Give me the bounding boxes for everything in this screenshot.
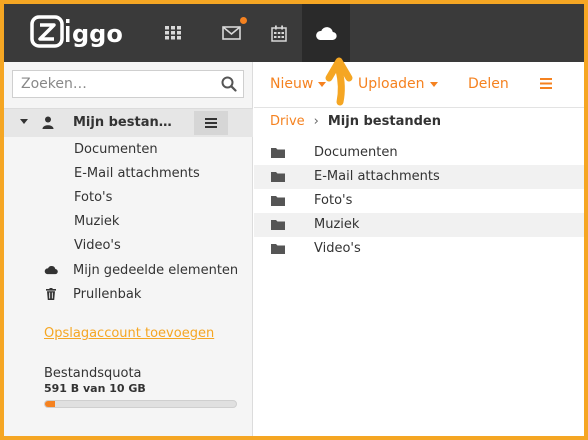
- app-window: ggo Zoeken… Mijn bestan… Documenten E-Ma…: [4, 4, 584, 436]
- sidebar: Mijn bestan… Documenten E-Mail attachmen…: [4, 62, 253, 436]
- upload-button-label: Uploaden: [358, 76, 425, 92]
- tree-item-folder[interactable]: Muziek: [74, 214, 119, 229]
- sidebar-item-label: Prullenbak: [73, 286, 142, 302]
- tree-root-label: Mijn bestan…: [73, 115, 172, 130]
- grid-icon: [165, 26, 181, 40]
- file-name: E-Mail attachments: [314, 169, 440, 184]
- search-icon[interactable]: [221, 76, 237, 92]
- top-bar: ggo: [4, 4, 584, 62]
- share-button-label: Delen: [468, 76, 509, 92]
- tree-item-mijn-bestanden[interactable]: Mijn bestan…: [4, 109, 253, 137]
- file-name: Foto's: [314, 193, 353, 208]
- file-row[interactable]: Video's: [254, 237, 584, 261]
- tree-item-folder[interactable]: Foto's: [74, 190, 112, 205]
- sidebar-item-shared[interactable]: Mijn gedeelde elementen: [44, 260, 238, 280]
- hamburger-icon: [205, 118, 217, 128]
- search-input[interactable]: [13, 71, 213, 97]
- tree-menu-button[interactable]: [194, 111, 228, 135]
- file-name: Video's: [314, 241, 361, 256]
- user-icon: [42, 116, 54, 129]
- apps-grid-button[interactable]: [149, 4, 197, 62]
- calendar-icon: [271, 25, 287, 42]
- folder-icon: [271, 196, 285, 206]
- caret-down-icon: [318, 81, 327, 87]
- quota-value: 591 B van 10 GB: [44, 382, 146, 395]
- breadcrumb-root[interactable]: Drive: [270, 114, 305, 129]
- notification-dot: [240, 17, 247, 24]
- file-row[interactable]: Muziek: [254, 213, 584, 237]
- envelope-icon: [222, 26, 241, 40]
- file-row[interactable]: E-Mail attachments: [254, 165, 584, 189]
- tree-item-folder[interactable]: Video's: [74, 238, 121, 253]
- file-name: Documenten: [314, 145, 398, 160]
- upload-button[interactable]: Uploaden: [358, 76, 438, 92]
- tree-item-folder[interactable]: E-Mail attachments: [74, 166, 200, 181]
- breadcrumb-separator: ›: [313, 114, 319, 129]
- svg-text:ggo: ggo: [72, 20, 123, 48]
- sidebar-item-trash[interactable]: Prullenbak: [44, 284, 141, 304]
- sidebar-item-label: Mijn gedeelde elementen: [73, 262, 239, 278]
- cloud-icon: [316, 26, 337, 40]
- tree-item-folder[interactable]: Documenten: [74, 142, 158, 157]
- search-box: [12, 70, 244, 98]
- add-storage-account-link[interactable]: Opslagaccount toevoegen: [44, 326, 214, 341]
- folder-icon: [271, 220, 285, 230]
- file-row[interactable]: Documenten: [254, 141, 584, 165]
- file-row[interactable]: Foto's: [254, 189, 584, 213]
- file-name: Muziek: [314, 217, 360, 232]
- toolbar: Nieuw Uploaden Delen: [254, 62, 584, 108]
- mail-button[interactable]: [208, 4, 256, 62]
- new-button-label: Nieuw: [270, 76, 314, 92]
- ziggo-logo[interactable]: ggo: [30, 14, 130, 50]
- ziggo-logo-mark: ggo: [30, 15, 123, 48]
- folder-icon: [271, 172, 285, 182]
- quota-title: Bestandsquota: [44, 366, 142, 381]
- quota-progress-bar: [44, 400, 237, 408]
- calendar-button[interactable]: [255, 4, 303, 62]
- more-menu-button[interactable]: [540, 78, 552, 89]
- caret-down-icon[interactable]: [20, 119, 28, 125]
- trash-icon: [46, 288, 56, 300]
- folder-icon: [271, 244, 285, 254]
- caret-down-icon: [429, 81, 438, 87]
- file-list: Documenten E-Mail attachments Foto's Muziek…: [254, 141, 584, 261]
- cloud-icon: [44, 265, 58, 275]
- quota-progress-fill: [45, 401, 55, 407]
- hamburger-icon: [540, 78, 552, 89]
- breadcrumb-current: Mijn bestanden: [327, 114, 441, 129]
- folder-icon: [271, 148, 285, 158]
- share-button[interactable]: Delen: [468, 76, 509, 92]
- drive-button[interactable]: [302, 4, 350, 62]
- new-button[interactable]: Nieuw: [270, 76, 327, 92]
- breadcrumb: Drive › Mijn bestanden: [270, 114, 441, 129]
